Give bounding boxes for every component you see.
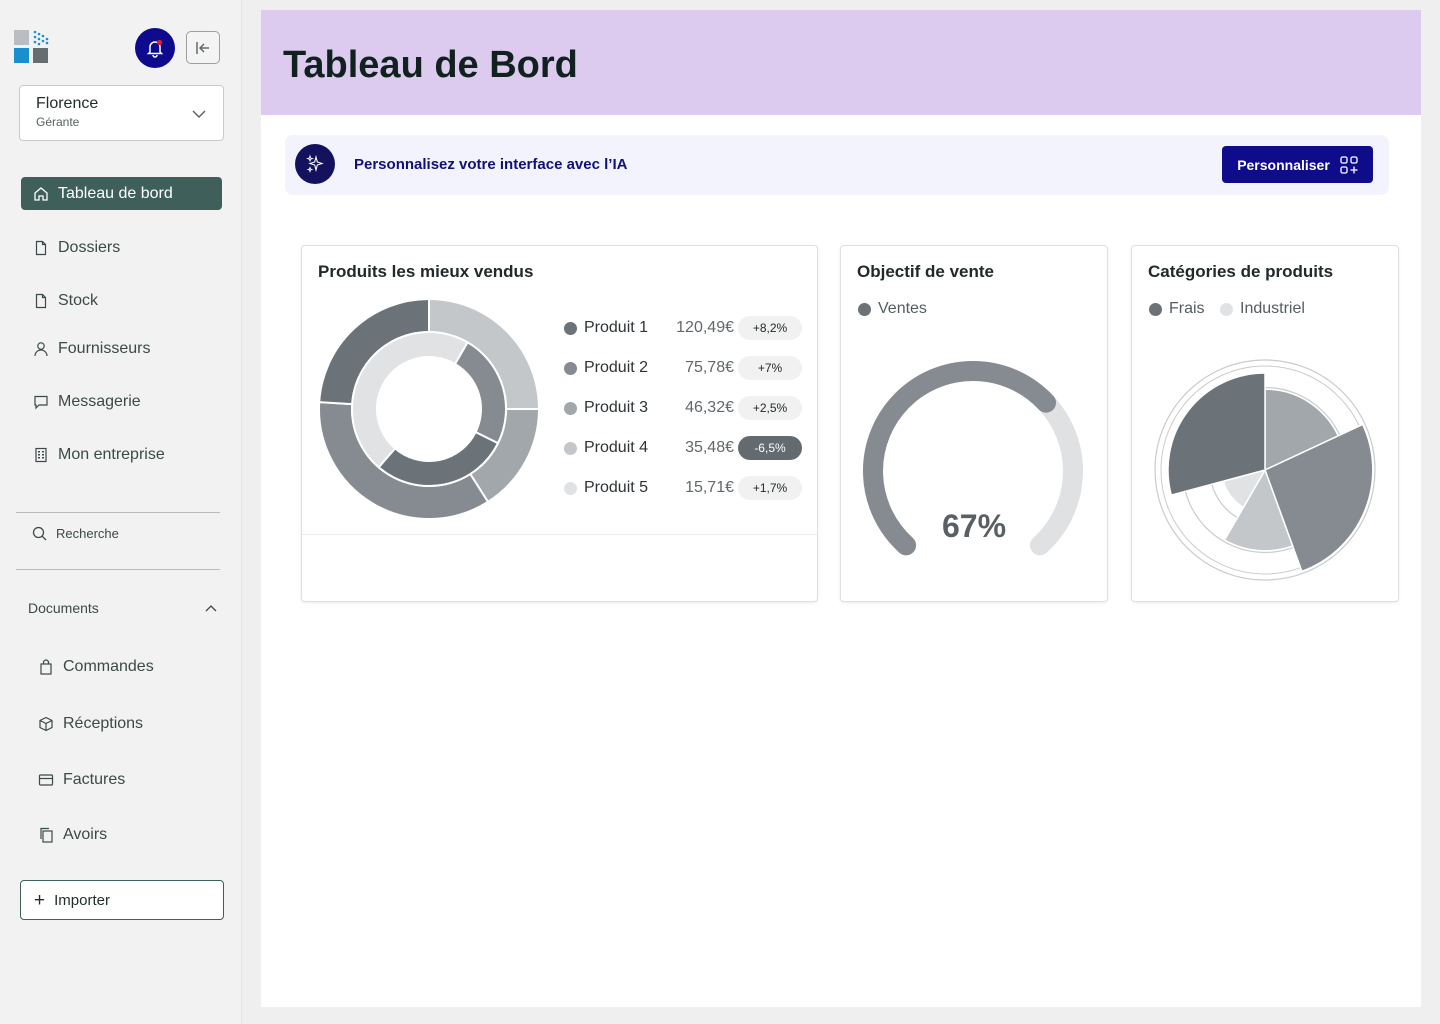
message-icon [34, 395, 48, 409]
collapse-sidebar-button[interactable] [186, 31, 220, 64]
nav-item-fournisseurs[interactable]: Fournisseurs [21, 332, 222, 365]
sidebar: Florence Gérante Tableau de bord Dossier… [0, 0, 242, 1024]
notifications-button[interactable] [135, 28, 175, 68]
personnaliser-label: Personnaliser [1237, 156, 1330, 173]
sparkles-icon [295, 144, 335, 184]
nav-item-factures[interactable]: Factures [26, 763, 227, 796]
copy-icon [40, 827, 53, 843]
product-name-cell: Produit 1 [564, 319, 654, 337]
card-icon [38, 773, 54, 786]
legend-dot [564, 481, 577, 495]
product-name: Produit 3 [584, 399, 649, 416]
product-change-badge: +1,7% [738, 476, 802, 500]
categories-polar-chart [1154, 359, 1376, 581]
legend-dot [564, 321, 577, 335]
import-label: Importer [54, 891, 110, 909]
product-value: 75,78€ [685, 359, 734, 376]
bell-icon [146, 39, 164, 58]
product-name: Produit 1 [584, 319, 649, 336]
main-content: Tableau de Bord Personnalisez votre inte… [261, 10, 1421, 1007]
nav-item-label: Mon entreprise [58, 445, 165, 463]
chevron-up-icon [205, 605, 217, 612]
user-role: Gérante [36, 115, 80, 129]
product-row: Produit 2 75,78€ +7% [564, 356, 802, 380]
ai-banner-text: Personnalisez votre interface avec l’IA [354, 156, 628, 173]
search-label: Recherche [56, 526, 119, 541]
product-name-cell: Produit 5 [564, 479, 654, 497]
nav-item-dossiers[interactable]: Dossiers [21, 231, 222, 264]
user-selector[interactable]: Florence Gérante [19, 85, 224, 141]
nav-item-stock[interactable]: Stock [21, 284, 222, 317]
nav-item-avoirs[interactable]: Avoirs [26, 818, 227, 851]
nav-item-label: Avoirs [63, 825, 108, 843]
nav-item-label: Dossiers [58, 238, 121, 256]
product-name: Produit 2 [584, 359, 649, 376]
product-value: 35,48€ [685, 439, 734, 456]
ai-banner: Personnalisez votre interface avec l’IA … [285, 135, 1389, 195]
plus-icon: + [34, 889, 46, 911]
product-row: Produit 5 15,71€ +1,7% [564, 476, 802, 500]
page-header: Tableau de Bord [261, 10, 1421, 115]
widgets-add-icon [1340, 155, 1358, 174]
personnaliser-button[interactable]: Personnaliser [1222, 146, 1373, 183]
nav-item-label: Fournisseurs [58, 339, 151, 357]
home-icon [34, 186, 48, 201]
box-icon [39, 716, 53, 731]
gauge-value: 67% [941, 508, 1007, 544]
page-title: Tableau de Bord [283, 44, 578, 86]
documents-label: Documents [28, 600, 99, 616]
product-row: Produit 4 35,48€ -6,5% [564, 436, 802, 460]
nav-item-label: Messagerie [58, 392, 141, 410]
product-change-badge: +7% [738, 356, 802, 380]
file-icon [35, 240, 47, 255]
nav-item-messagerie[interactable]: Messagerie [21, 385, 222, 418]
legend-dot [564, 361, 577, 375]
sidebar-divider [16, 569, 220, 570]
product-name-cell: Produit 4 [564, 439, 654, 457]
product-name: Produit 5 [584, 479, 649, 496]
nav-item-label: Tableau de bord [58, 184, 173, 202]
product-value: 46,32€ [685, 399, 734, 416]
nav-item-label: Factures [63, 770, 126, 788]
file-icon [35, 293, 47, 308]
nav-item-mon-entreprise[interactable]: Mon entreprise [21, 438, 222, 471]
product-value: 120,49€ [676, 319, 734, 336]
nav-item-label: Stock [58, 291, 99, 309]
sidebar-divider [16, 512, 220, 513]
categories-card: Catégories de produits Frais Industriel [1131, 245, 1399, 602]
bag-icon [40, 658, 52, 675]
chevron-down-icon [192, 110, 206, 118]
nav-item-tableau-de-bord[interactable]: Tableau de bord [21, 177, 222, 210]
product-row: Produit 3 46,32€ +2,5% [564, 396, 802, 420]
search-button[interactable]: Recherche [32, 526, 119, 541]
legend-dot [564, 401, 577, 415]
product-change-badge: +8,2% [738, 316, 802, 340]
collapse-icon [196, 41, 209, 54]
import-button[interactable]: + Importer [20, 880, 224, 920]
app-logo [14, 30, 49, 63]
building-icon [35, 447, 47, 462]
nav-item-receptions[interactable]: Réceptions [26, 707, 227, 740]
user-name: Florence [36, 95, 99, 112]
nav-item-commandes[interactable]: Commandes [26, 650, 227, 683]
product-name-cell: Produit 3 [564, 399, 654, 417]
user-icon [34, 341, 48, 356]
legend-dot [564, 441, 577, 455]
products-donut-chart [318, 298, 540, 520]
product-name-cell: Produit 2 [564, 359, 654, 377]
product-name: Produit 4 [584, 439, 649, 456]
sales-goal-card: Objectif de vente Ventes 67% [840, 245, 1108, 602]
search-icon [32, 526, 47, 541]
sales-gauge-chart [863, 361, 1083, 556]
product-row: Produit 1 120,49€ +8,2% [564, 316, 802, 340]
nav-item-label: Commandes [63, 657, 154, 675]
documents-section-toggle[interactable]: Documents [28, 600, 218, 616]
card-title: Produits les mieux vendus [318, 262, 534, 281]
top-products-card: Produits les mieux vendus Produit 1 120,… [301, 245, 818, 602]
card-divider [302, 534, 817, 535]
product-change-badge: -6,5% [738, 436, 802, 460]
product-value: 15,71€ [685, 479, 734, 496]
nav-item-label: Réceptions [63, 714, 144, 732]
product-change-badge: +2,5% [738, 396, 802, 420]
